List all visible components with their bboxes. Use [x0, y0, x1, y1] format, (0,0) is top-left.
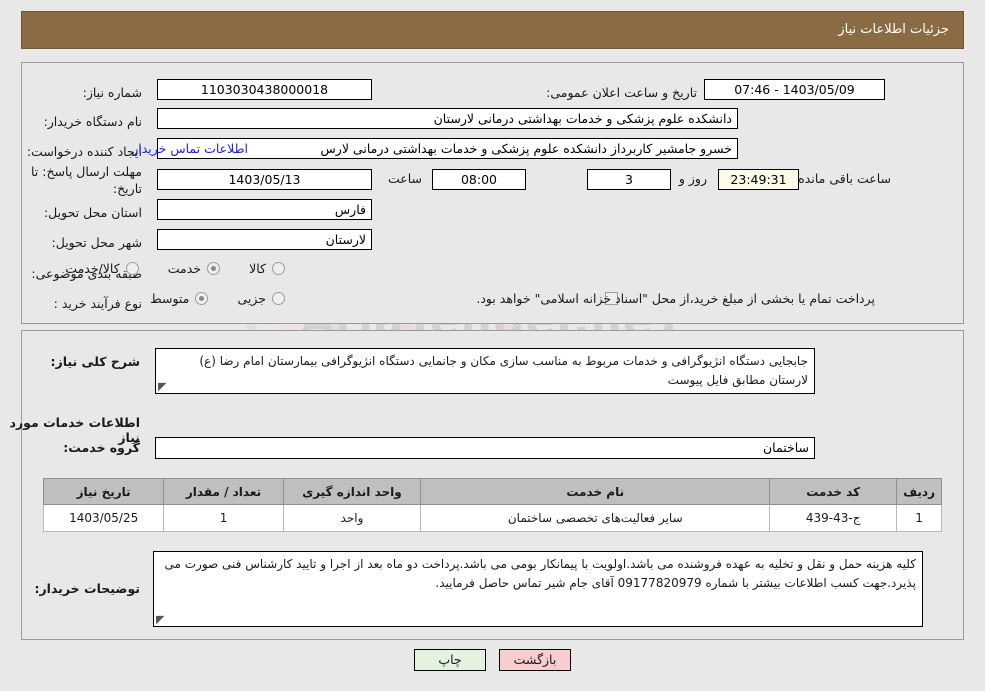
- label-city: شهر محل تحویل:: [51, 234, 142, 250]
- table-row: 1 ج-43-439 سایر فعالیت‌های تخصصی ساختمان…: [42, 504, 942, 532]
- radio-icon-service[interactable]: [207, 262, 221, 275]
- radio-icon-minor[interactable]: [272, 292, 285, 305]
- buyer-notes-textarea[interactable]: کلیه هزینه حمل و نقل و تخلیه به عهده فرو…: [153, 551, 923, 627]
- label-need-number: شماره نیاز:: [82, 84, 142, 100]
- footer-button-row: بازگشت چاپ: [0, 649, 985, 671]
- services-table: ردیف کد خدمت نام خدمت واحد اندازه گیری ت…: [42, 478, 942, 532]
- buyer-contact-info-link[interactable]: اطلاعات تماس خریدار: [132, 141, 248, 156]
- col-service-code: کد خدمت: [769, 478, 898, 505]
- label-request-creator: ایجاد کننده درخواست:: [26, 143, 142, 159]
- label-time-remaining: ساعت باقی مانده: [798, 171, 891, 186]
- need-info-panel: [21, 62, 964, 324]
- need-number-field: 1103030438000018: [157, 79, 372, 100]
- label-hour: ساعت: [387, 171, 422, 186]
- label-buyer-notes: توضیحات خریدار:: [34, 581, 140, 596]
- col-quantity: تعداد / مقدار: [163, 478, 284, 505]
- resize-grip-icon-notes[interactable]: ◥: [156, 613, 166, 626]
- label-general-need: شرح کلی نیاز:: [50, 354, 140, 369]
- days-left-field: 3: [587, 169, 671, 190]
- buyer-org-field: دانشکده علوم پزشکی و خدمات بهداشتی درمان…: [157, 108, 738, 129]
- radio-icon-medium[interactable]: [195, 292, 209, 305]
- service-group-field: ساختمان: [155, 437, 815, 459]
- category-option-goods-label: کالا: [249, 261, 266, 276]
- process-option-medium-label: متوسط: [150, 291, 190, 306]
- cell-row: 1: [896, 504, 942, 532]
- page-title: جزئیات اطلاعات نیاز: [21, 11, 964, 49]
- cell-unit: واحد: [282, 504, 422, 532]
- label-days-and: روز و: [678, 171, 707, 186]
- label-province: استان محل تحویل:: [43, 204, 142, 220]
- category-option-goods[interactable]: کالا: [249, 261, 285, 276]
- buyer-notes-text: کلیه هزینه حمل و نقل و تخلیه به عهده فرو…: [164, 557, 917, 590]
- category-option-service[interactable]: خدمت: [167, 261, 221, 276]
- label-buyer-org: نام دستگاه خریدار:: [43, 113, 142, 129]
- col-need-date: تاریخ نیاز: [42, 478, 165, 505]
- print-button[interactable]: چاپ: [414, 649, 486, 671]
- cell-quantity: 1: [163, 504, 284, 532]
- cell-service-name: سایر فعالیت‌های تخصصی ساختمان: [420, 504, 771, 532]
- category-option-service-label: خدمت: [167, 261, 202, 276]
- radio-icon-goods[interactable]: [272, 262, 285, 275]
- time-left-field: 23:49:31: [718, 169, 799, 190]
- public-announce-datetime-field: 1403/05/09 - 07:46: [704, 79, 885, 100]
- label-service-group: گروه خدمت:: [63, 440, 140, 455]
- deadline-hour-field: 08:00: [432, 169, 526, 190]
- cell-service-code: ج-43-439: [769, 504, 898, 532]
- resize-grip-icon[interactable]: ◥: [158, 380, 168, 393]
- category-radio-group: کالا خدمت کالا/خدمت: [41, 260, 285, 279]
- label-deadline: مهلت ارسال پاسخ: تا تاریخ:: [31, 164, 142, 196]
- deadline-date-field: 1403/05/13: [157, 169, 372, 190]
- col-row: ردیف: [896, 478, 942, 505]
- category-option-goods-service[interactable]: کالا/خدمت: [65, 261, 139, 276]
- process-option-minor[interactable]: جزیی: [237, 291, 285, 306]
- process-option-medium[interactable]: متوسط: [150, 291, 209, 306]
- province-field: فارس: [157, 199, 372, 220]
- category-option-goods-service-label: کالا/خدمت: [65, 261, 120, 276]
- radio-icon-goods-service[interactable]: [125, 262, 139, 275]
- process-option-minor-label: جزیی: [237, 291, 266, 306]
- label-public-announce-datetime: تاریخ و ساعت اعلان عمومی:: [546, 84, 697, 100]
- treasury-bond-text: پرداخت تمام یا بخشی از مبلغ خرید،از محل …: [476, 291, 875, 306]
- back-button[interactable]: بازگشت: [499, 649, 571, 671]
- col-service-name: نام خدمت: [420, 478, 771, 505]
- cell-need-date: 1403/05/25: [42, 504, 165, 532]
- process-type-radio-group: جزیی متوسط: [126, 290, 285, 309]
- col-unit: واحد اندازه گیری: [282, 478, 422, 505]
- city-field: لارستان: [157, 229, 372, 250]
- general-need-textarea[interactable]: جابجایی دستگاه انژیوگرافی و خدمات مربوط …: [155, 348, 815, 394]
- page-root: AriaTender.neT جزئیات اطلاعات نیاز شماره…: [0, 0, 985, 691]
- general-need-text: جابجایی دستگاه انژیوگرافی و خدمات مربوط …: [199, 354, 808, 387]
- table-header-row: ردیف کد خدمت نام خدمت واحد اندازه گیری ت…: [42, 478, 942, 505]
